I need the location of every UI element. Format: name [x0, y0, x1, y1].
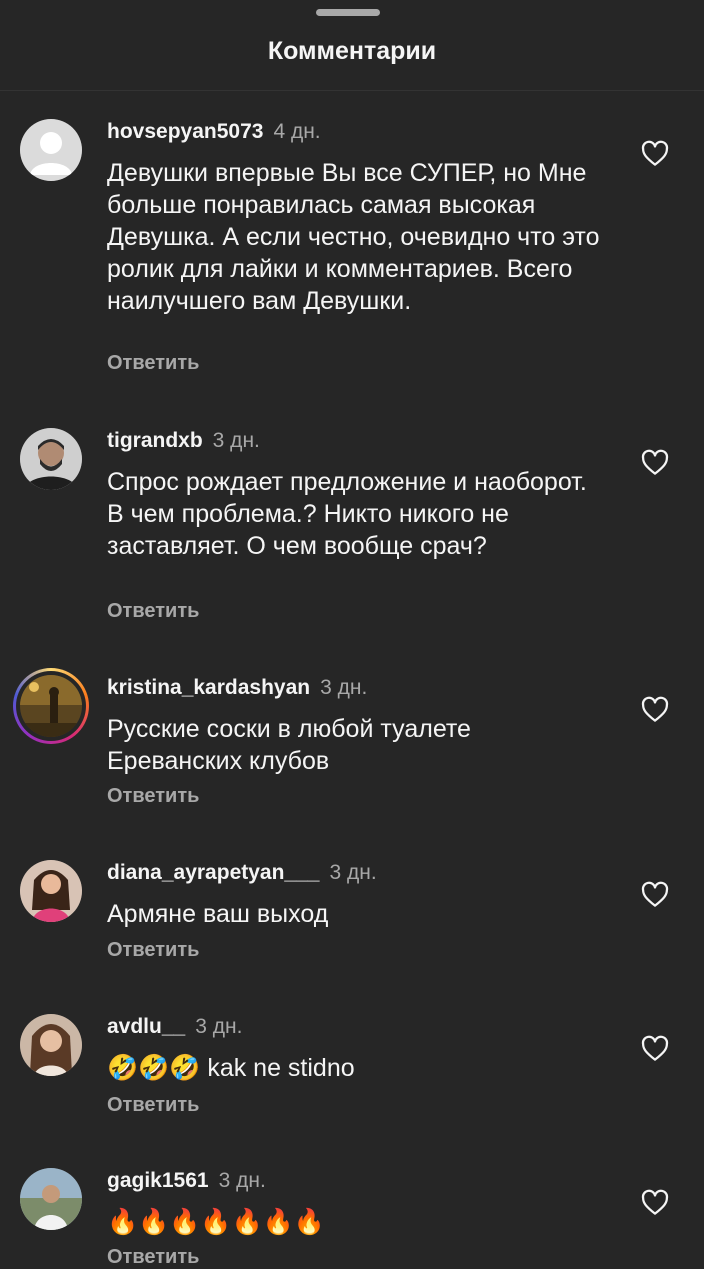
user-photo-icon	[20, 1014, 82, 1076]
comment-meta: hovsepyan5073 4 дн.	[107, 119, 321, 145]
comment-meta: tigrandxb 3 дн.	[107, 428, 260, 454]
comment-text: 🤣🤣🤣 kak ne stidno	[107, 1054, 355, 1082]
default-avatar-icon	[20, 119, 82, 181]
timestamp: 3 дн.	[212, 429, 260, 452]
user-photo-icon	[20, 428, 82, 490]
like-button[interactable]	[640, 1188, 670, 1218]
username[interactable]: avdlu__	[107, 1015, 185, 1038]
avatar[interactable]	[20, 860, 82, 922]
page-title: Комментарии	[267, 37, 437, 65]
user-photo-icon	[20, 675, 82, 737]
comment-text: Девушки впервые Вы все СУПЕР, но Мне бол…	[107, 159, 600, 315]
comment-text: Армяне ваш выход	[107, 900, 329, 928]
username[interactable]: tigrandxb	[107, 429, 203, 452]
header-divider	[0, 90, 704, 91]
timestamp: 3 дн.	[320, 676, 368, 699]
heart-icon	[641, 696, 669, 722]
heart-icon	[641, 881, 669, 907]
heart-icon	[641, 1035, 669, 1061]
comment-text: Русские соски в любой туалете Ереванских…	[107, 715, 471, 775]
like-button[interactable]	[640, 880, 670, 910]
username[interactable]: gagik1561	[107, 1169, 209, 1192]
comment-text: 🔥🔥🔥🔥🔥🔥🔥	[107, 1208, 325, 1236]
timestamp: 3 дн.	[218, 1169, 266, 1192]
reply-button[interactable]: Ответить	[107, 600, 199, 623]
comment-meta: avdlu__ 3 дн.	[107, 1014, 242, 1040]
comment-meta: kristina_kardashyan 3 дн.	[107, 675, 367, 701]
like-button[interactable]	[640, 139, 670, 169]
user-photo-icon	[20, 860, 82, 922]
like-button[interactable]	[640, 448, 670, 478]
avatar[interactable]	[20, 1168, 82, 1230]
user-photo-icon	[20, 1168, 82, 1230]
comment-text: Спрос рождает предложение и наоборот. В …	[107, 468, 587, 560]
heart-icon	[641, 449, 669, 475]
avatar[interactable]	[20, 119, 82, 181]
reply-button[interactable]: Ответить	[107, 785, 199, 808]
username[interactable]: diana_ayrapetyan___	[107, 861, 319, 884]
timestamp: 4 дн.	[273, 120, 321, 143]
reply-button[interactable]: Ответить	[107, 939, 199, 962]
timestamp: 3 дн.	[195, 1015, 243, 1038]
avatar[interactable]	[20, 428, 82, 490]
avatar-with-story-ring[interactable]	[13, 668, 89, 744]
comment-meta: gagik1561 3 дн.	[107, 1168, 266, 1194]
comment-meta: diana_ayrapetyan___ 3 дн.	[107, 860, 377, 886]
drag-handle[interactable]	[316, 9, 380, 16]
reply-button[interactable]: Ответить	[107, 1246, 199, 1269]
avatar[interactable]	[20, 1014, 82, 1076]
username[interactable]: kristina_kardashyan	[107, 676, 310, 699]
heart-icon	[641, 140, 669, 166]
timestamp: 3 дн.	[329, 861, 377, 884]
heart-icon	[641, 1189, 669, 1215]
like-button[interactable]	[640, 695, 670, 725]
like-button[interactable]	[640, 1034, 670, 1064]
reply-button[interactable]: Ответить	[107, 352, 199, 375]
reply-button[interactable]: Ответить	[107, 1094, 199, 1117]
username[interactable]: hovsepyan5073	[107, 120, 263, 143]
